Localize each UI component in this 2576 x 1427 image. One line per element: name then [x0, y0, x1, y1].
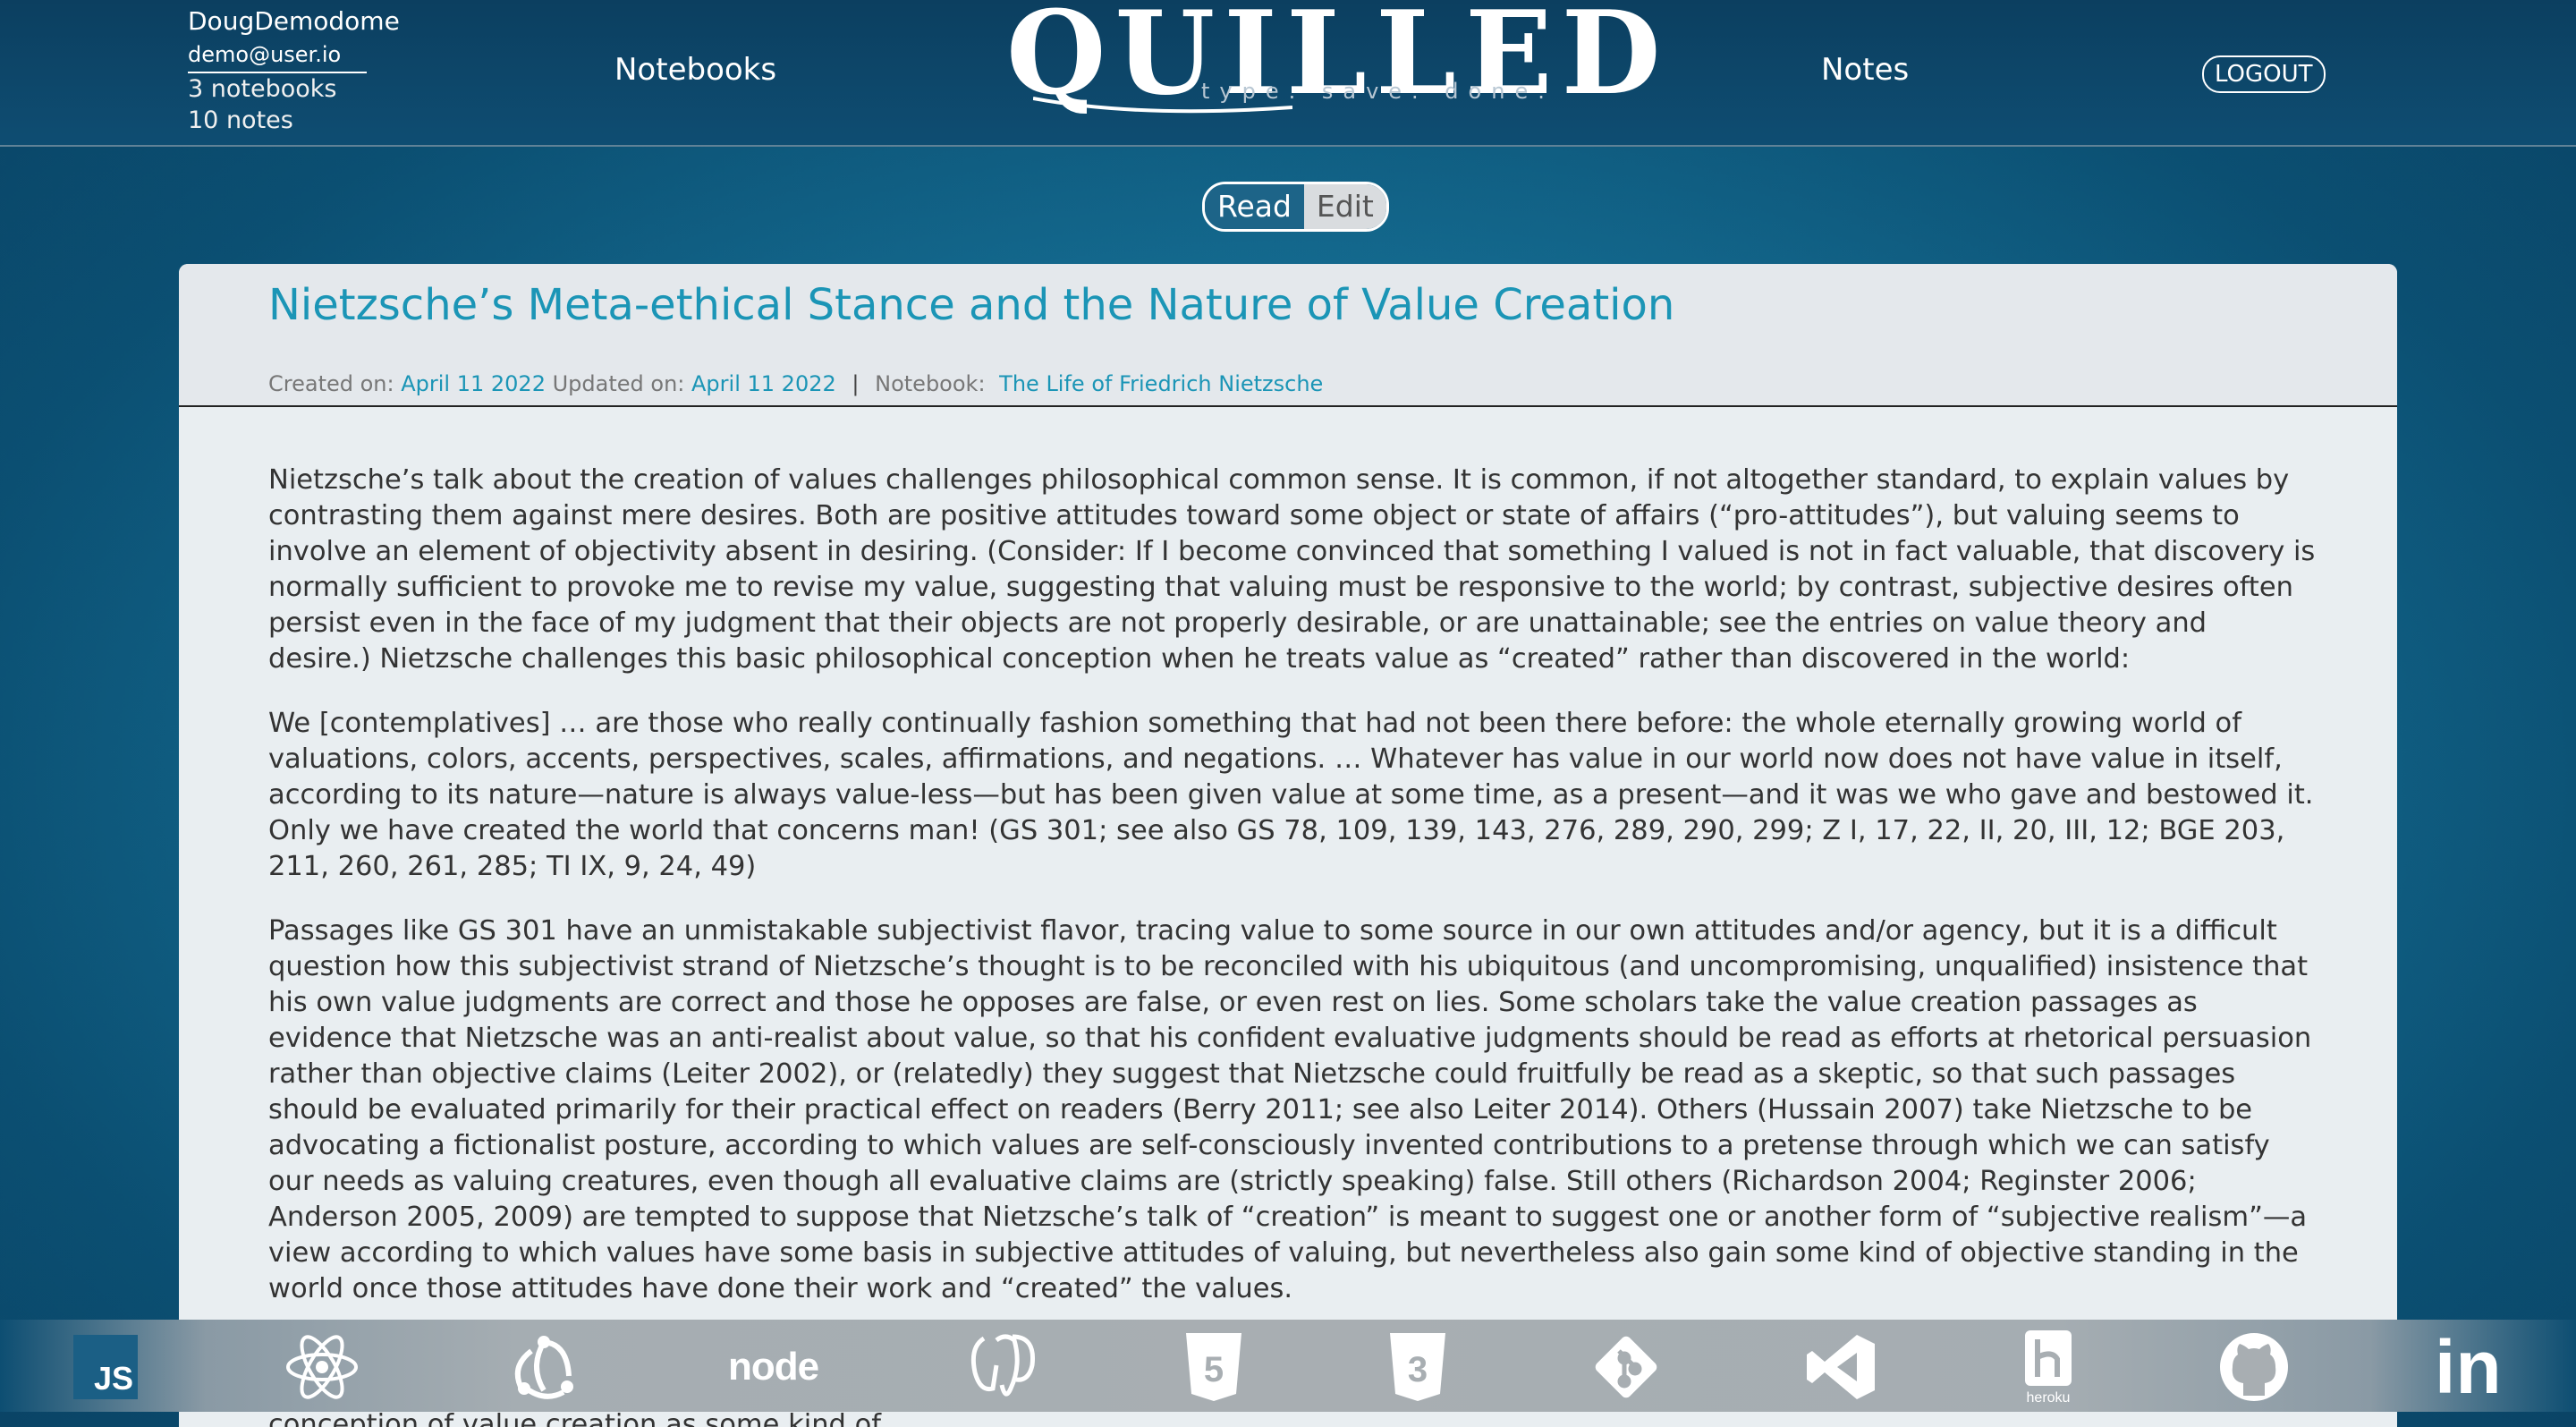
- user-email: demo@user.io: [188, 41, 367, 73]
- note-card: Nietzsche’s Meta-ethical Stance and the …: [179, 264, 2397, 1427]
- created-label: Created on:: [268, 371, 394, 396]
- vscode-icon[interactable]: [1803, 1335, 1878, 1399]
- top-nav-bar: DougDemodome demo@user.io 3 notebooks 10…: [0, 0, 2576, 147]
- heroku-icon[interactable]: heroku: [2020, 1330, 2077, 1406]
- nav-notebooks-link[interactable]: Notebooks: [614, 52, 776, 88]
- updated-label: Updated on:: [552, 371, 685, 396]
- js-label: JS: [93, 1360, 133, 1397]
- note-paragraph: Nietzsche’s talk about the creation of v…: [268, 464, 2316, 675]
- css3-label: 3: [1408, 1350, 1428, 1389]
- updated-date: April 11 2022: [691, 371, 836, 396]
- read-mode-button[interactable]: Read: [1205, 184, 1304, 229]
- meta-divider: |: [852, 371, 860, 396]
- note-title: Nietzsche’s Meta-ethical Stance and the …: [268, 280, 1675, 330]
- linkedin-label: in: [2435, 1325, 2502, 1409]
- notebook-count: 3 notebooks: [188, 75, 337, 103]
- note-count: 10 notes: [188, 106, 293, 134]
- html5-icon[interactable]: 5: [1182, 1333, 1245, 1401]
- note-meta: Created on: April 11 2022 Updated on: Ap…: [268, 371, 1323, 396]
- html5-label: 5: [1204, 1350, 1224, 1389]
- nodejs-icon[interactable]: node: [728, 1336, 819, 1398]
- read-edit-toggle[interactable]: Read Edit: [1202, 182, 1389, 232]
- css3-icon[interactable]: 3: [1386, 1333, 1449, 1401]
- note-header: Nietzsche’s Meta-ethical Stance and the …: [179, 264, 2397, 407]
- quilled-logo[interactable]: QUILLED type. save. done.: [1006, 0, 1661, 116]
- react-icon[interactable]: [284, 1335, 360, 1399]
- logo-tagline: type. save. done.: [1201, 79, 1555, 104]
- postgresql-icon[interactable]: [966, 1334, 1043, 1398]
- logout-button[interactable]: LOGOUT: [2202, 55, 2326, 93]
- user-info: DougDemodome demo@user.io 3 notebooks 10…: [188, 5, 400, 136]
- redux-icon[interactable]: [504, 1336, 583, 1399]
- notebook-link[interactable]: The Life of Friedrich Nietzsche: [999, 371, 1323, 396]
- node-label: node: [728, 1345, 819, 1389]
- nav-notes-link[interactable]: Notes: [1821, 52, 1909, 88]
- tech-icon-bar: JS node 5 3 heroku in: [0, 1320, 2576, 1412]
- github-icon[interactable]: [2218, 1333, 2290, 1401]
- heroku-label: heroku: [2027, 1390, 2071, 1406]
- edit-mode-button[interactable]: Edit: [1303, 184, 1386, 229]
- created-date: April 11 2022: [401, 371, 546, 396]
- note-body: Nietzsche’s talk about the creation of v…: [268, 463, 2317, 1427]
- note-paragraph: We [contemplatives] … are those who real…: [268, 708, 2314, 882]
- notebook-label: Notebook:: [875, 371, 986, 396]
- javascript-icon[interactable]: JS: [73, 1335, 138, 1399]
- linkedin-icon[interactable]: in: [2435, 1329, 2502, 1405]
- note-paragraph: Passages like GS 301 have an unmistakabl…: [268, 915, 2312, 1304]
- git-icon[interactable]: [1590, 1336, 1662, 1398]
- username: DougDemodome: [188, 6, 400, 36]
